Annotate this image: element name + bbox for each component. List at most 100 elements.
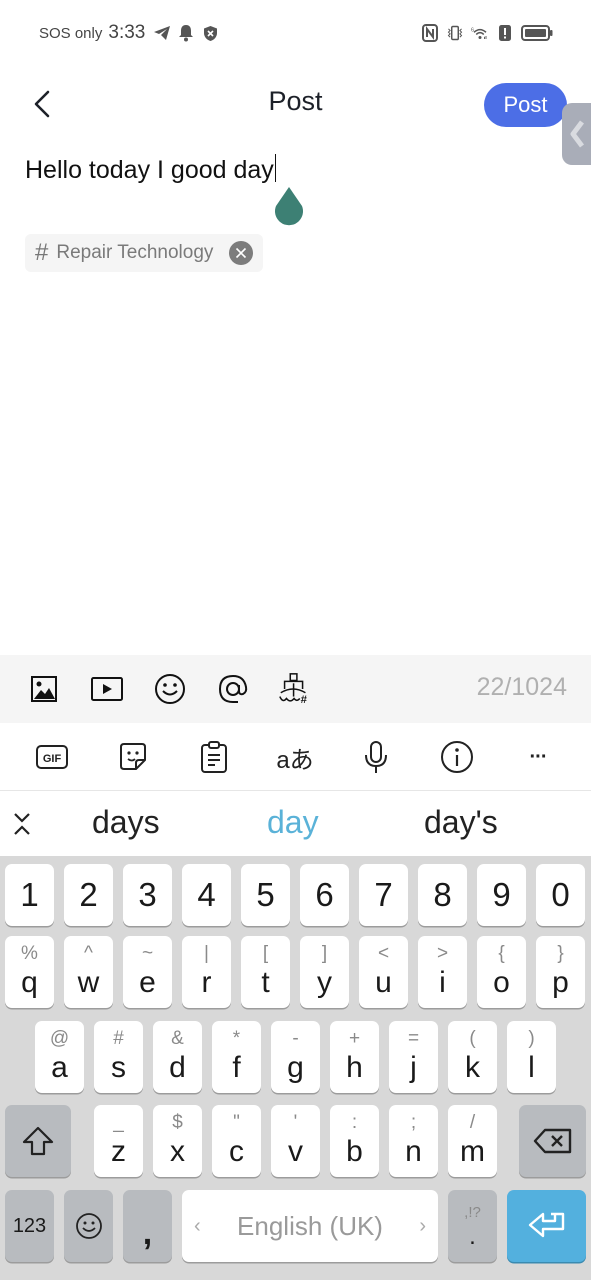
svg-text:GIF: GIF: [43, 753, 62, 765]
text-caret: [274, 154, 277, 182]
number-key[interactable]: 6: [300, 864, 349, 926]
suggestion-item[interactable]: days: [92, 804, 160, 841]
key-label: i: [439, 966, 446, 999]
post-button[interactable]: Post: [484, 83, 567, 127]
letter-key[interactable]: ; n: [389, 1105, 438, 1177]
key-label: e: [139, 966, 156, 999]
letter-key[interactable]: } p: [536, 936, 585, 1008]
key-label: g: [287, 1051, 304, 1084]
letter-key[interactable]: -g: [271, 1021, 320, 1093]
language-prev-arrow: ‹: [194, 1214, 201, 1237]
numbers-key-label: 123: [12, 1214, 47, 1237]
shield-x-icon: [201, 24, 219, 42]
space-key[interactable]: ‹ English (UK) ›: [182, 1190, 438, 1262]
clipboard-button[interactable]: [195, 738, 233, 776]
letter-key[interactable]: {o: [477, 936, 526, 1008]
key-label: k: [465, 1051, 480, 1084]
more-button[interactable]: ···: [519, 738, 557, 776]
mention-icon[interactable]: [215, 671, 251, 707]
key-alt-char: [: [262, 943, 269, 964]
status-left: SOS only 3:33: [39, 22, 219, 44]
number-key[interactable]: 7: [359, 864, 408, 926]
number-key[interactable]: 3: [123, 864, 172, 926]
key-alt-char: /: [469, 1112, 476, 1133]
key-label: p: [552, 966, 569, 999]
key-alt-char: {: [498, 943, 505, 964]
letter-key[interactable]: ) l: [507, 1021, 556, 1093]
key-alt-char: :: [351, 1112, 358, 1133]
key-label: 4: [197, 876, 216, 913]
letter-key[interactable]: + h: [330, 1021, 379, 1093]
letter-key[interactable]: (k: [448, 1021, 497, 1093]
key-label: u: [375, 966, 392, 999]
carrier-status: SOS only: [39, 24, 103, 42]
letter-key[interactable]: < u: [359, 936, 408, 1008]
wifi-6-icon: 6: [471, 24, 489, 42]
letter-key[interactable]: | r: [182, 936, 231, 1008]
info-button[interactable]: [438, 738, 476, 776]
remove-topic-button[interactable]: [229, 241, 254, 265]
key-label: 3: [138, 876, 157, 913]
number-key[interactable]: 1: [5, 864, 54, 926]
letter-key[interactable]: ^ w: [64, 936, 113, 1008]
voice-input-button[interactable]: [357, 738, 395, 776]
number-key[interactable]: 4: [182, 864, 231, 926]
number-key[interactable]: 9: [477, 864, 526, 926]
shift-icon: [22, 1126, 54, 1156]
suggestion-item-selected[interactable]: day: [267, 804, 319, 841]
emoji-icon[interactable]: [152, 671, 188, 707]
side-panel-handle[interactable]: [562, 103, 591, 165]
letter-key[interactable]: ] y: [300, 936, 349, 1008]
backspace-key[interactable]: [519, 1105, 586, 1177]
letter-key[interactable]: :b: [330, 1105, 379, 1177]
number-key[interactable]: 2: [64, 864, 113, 926]
status-right: 6: [421, 24, 553, 42]
letter-key[interactable]: _ z: [94, 1105, 143, 1177]
letter-key[interactable]: & d: [153, 1021, 202, 1093]
gif-button[interactable]: GIF: [33, 738, 71, 776]
letter-key[interactable]: @ a: [35, 1021, 84, 1093]
suggestion-item[interactable]: day's: [424, 804, 498, 841]
number-key[interactable]: 0: [536, 864, 585, 926]
letter-key[interactable]: / m: [448, 1105, 497, 1177]
emoji-key[interactable]: [64, 1190, 113, 1262]
key-label: 7: [374, 876, 393, 913]
key-alt-char: -: [292, 1028, 299, 1049]
letter-key[interactable]: " c: [212, 1105, 261, 1177]
collapse-keyboard-button[interactable]: [8, 808, 36, 840]
comma-key[interactable]: ,: [123, 1190, 172, 1262]
enter-key[interactable]: [507, 1190, 586, 1262]
status-bar: SOS only 3:33 6: [0, 0, 591, 66]
letter-key[interactable]: = j: [389, 1021, 438, 1093]
key-label: m: [460, 1135, 485, 1168]
letter-key[interactable]: $ x: [153, 1105, 202, 1177]
topic-chip[interactable]: # Repair Technology: [25, 234, 264, 272]
key-label: w: [77, 966, 100, 999]
comma-key-label: ,: [142, 1213, 153, 1252]
post-text-input[interactable]: Hello today I good day: [25, 152, 565, 188]
letter-key[interactable]: # s: [94, 1021, 143, 1093]
key-label: q: [21, 966, 38, 999]
video-icon[interactable]: [89, 671, 125, 707]
letter-key[interactable]: % q: [5, 936, 54, 1008]
key-label: 5: [256, 876, 275, 913]
letter-key[interactable]: ' v: [271, 1105, 320, 1177]
shift-key[interactable]: [5, 1105, 71, 1177]
numbers-key[interactable]: 123: [5, 1190, 54, 1262]
key-label: h: [346, 1051, 363, 1084]
text-selection-handle[interactable]: [272, 186, 306, 226]
letter-key[interactable]: > i: [418, 936, 467, 1008]
period-key[interactable]: ,!? .: [448, 1190, 497, 1262]
battery-icon: [521, 24, 553, 42]
number-key[interactable]: 8: [418, 864, 467, 926]
letter-key[interactable]: * f: [212, 1021, 261, 1093]
info-icon: [441, 741, 473, 773]
key-label: z: [111, 1135, 126, 1168]
letter-key[interactable]: [t: [241, 936, 290, 1008]
sticker-button[interactable]: [114, 738, 152, 776]
translate-button[interactable]: aあ: [276, 738, 314, 776]
ship-topic-icon[interactable]: #: [277, 671, 313, 707]
image-icon[interactable]: [26, 671, 62, 707]
number-key[interactable]: 5: [241, 864, 290, 926]
letter-key[interactable]: ~ e: [123, 936, 172, 1008]
